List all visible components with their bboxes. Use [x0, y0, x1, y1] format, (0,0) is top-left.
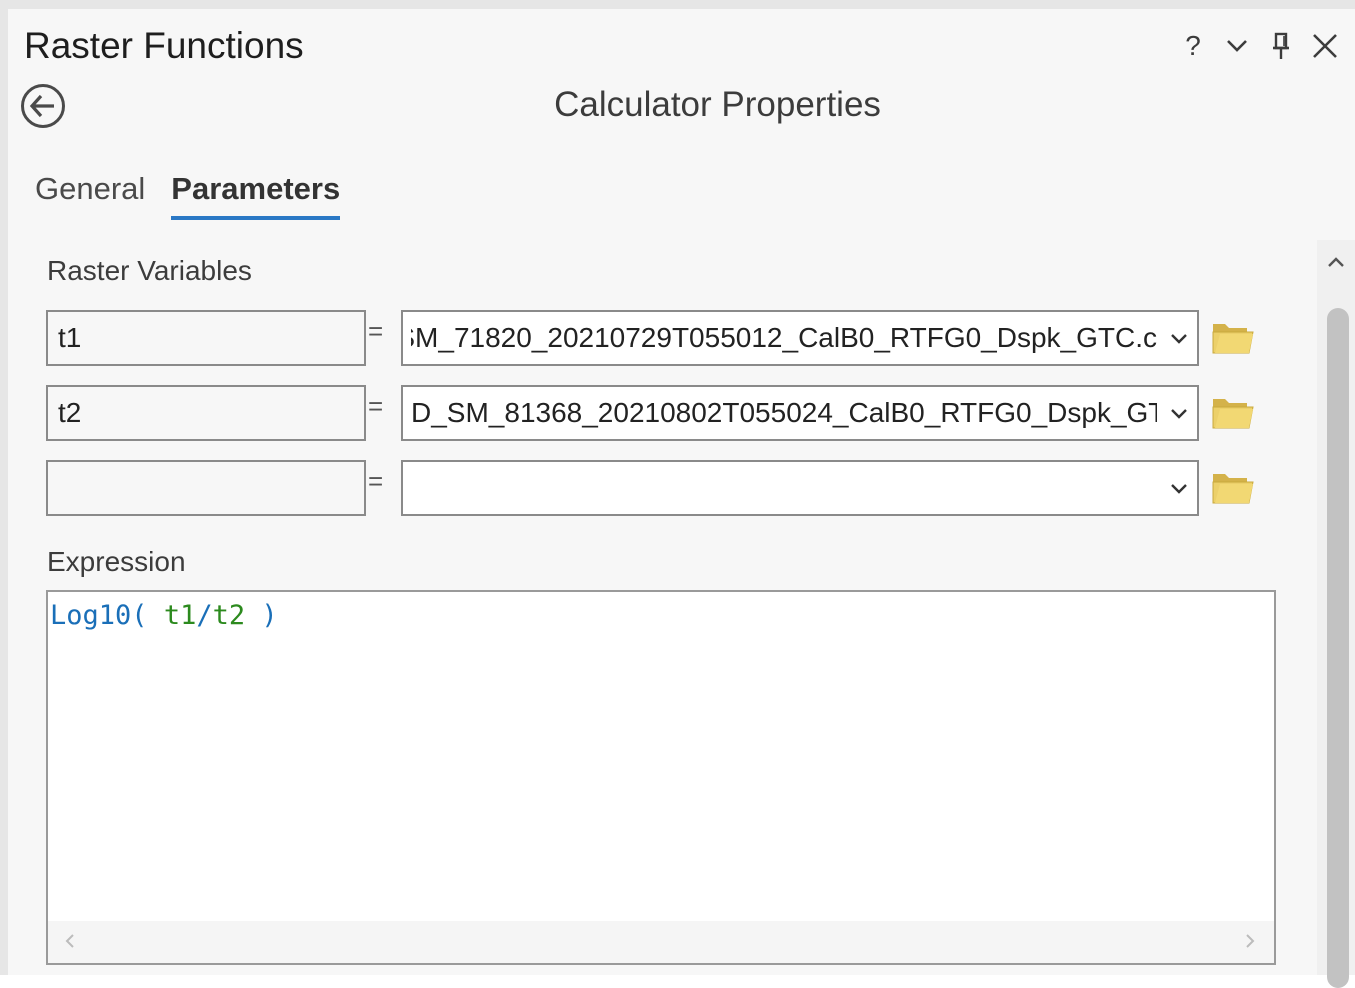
help-icon[interactable]: ?: [1171, 26, 1215, 66]
pane-title: Raster Functions: [24, 25, 304, 66]
expression-function: Log10(: [50, 600, 148, 631]
raster-variables-label: Raster Variables: [47, 255, 252, 286]
vertical-scrollbar[interactable]: [1317, 240, 1355, 988]
pane-title-actions: ?: [1171, 26, 1347, 66]
tab-general[interactable]: General: [35, 170, 145, 220]
expression-editor[interactable]: Log10( t1/t2 ): [46, 590, 1276, 965]
window-frame-left: [0, 0, 8, 975]
property-tabs: General Parameters: [35, 170, 341, 220]
close-icon[interactable]: [1303, 26, 1347, 66]
scroll-up-icon[interactable]: [1326, 254, 1346, 270]
equals-sign: =: [368, 316, 384, 346]
window-frame-top: [0, 0, 1355, 9]
raster-dropdown[interactable]: D_SM_71820_20210729T055012_CalB0_RTFG0_D…: [401, 310, 1199, 366]
variable-name-input[interactable]: t2: [46, 385, 366, 441]
variable-name-input[interactable]: t1: [46, 310, 366, 366]
pin-icon[interactable]: [1259, 26, 1303, 66]
chevron-down-icon: [1171, 334, 1187, 344]
raster-dropdown-value: D_SM_81368_20210802T055024_CalB0_RTFG0_D…: [411, 397, 1157, 428]
expression-operator: /: [196, 600, 213, 631]
expression-label: Expression: [47, 546, 186, 577]
variable-name-input[interactable]: [46, 460, 366, 516]
folder-open-icon[interactable]: [1212, 320, 1254, 354]
folder-open-icon[interactable]: [1212, 470, 1254, 504]
expression-close-paren: ): [261, 600, 278, 631]
chevron-down-icon: [1171, 409, 1187, 419]
chevron-down-icon: [1171, 484, 1187, 494]
equals-sign: =: [368, 391, 384, 421]
scroll-right-icon[interactable]: [1242, 933, 1258, 949]
raster-dropdown[interactable]: [401, 460, 1199, 516]
expression-variable: t2: [212, 600, 246, 631]
tab-parameters[interactable]: Parameters: [171, 170, 341, 220]
raster-dropdown[interactable]: D_SM_81368_20210802T055024_CalB0_RTFG0_D…: [401, 385, 1199, 441]
dialog-subtitle: Calculator Properties: [554, 85, 881, 124]
equals-sign: =: [368, 466, 384, 496]
raster-dropdown-value: [411, 462, 1157, 514]
raster-dropdown-value: D_SM_71820_20210729T055012_CalB0_RTFG0_D…: [411, 322, 1157, 353]
expression-text: Log10( t1/t2 ): [50, 600, 278, 631]
horizontal-scrollbar[interactable]: [48, 921, 1274, 963]
scrollbar-thumb[interactable]: [1327, 308, 1349, 988]
expression-variable: t1: [163, 600, 197, 631]
options-chevron-down-icon[interactable]: [1215, 26, 1259, 66]
folder-open-icon[interactable]: [1212, 395, 1254, 429]
scroll-left-icon[interactable]: [62, 933, 78, 949]
